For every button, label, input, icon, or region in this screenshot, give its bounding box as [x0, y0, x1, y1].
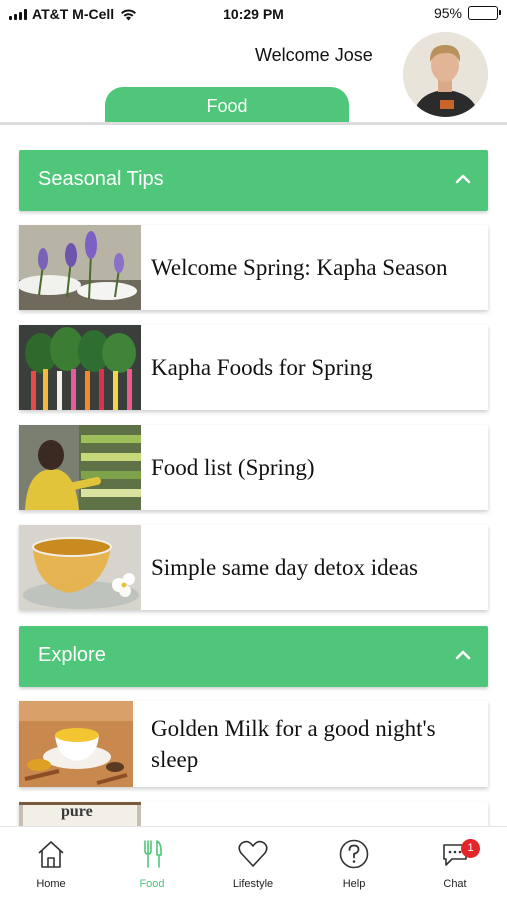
- help-icon: [339, 839, 369, 869]
- tab-help[interactable]: Help: [309, 837, 399, 890]
- tab-label: Home: [36, 878, 66, 890]
- status-time: 10:29 PM: [223, 6, 284, 22]
- section-header-explore[interactable]: Explore: [19, 626, 488, 687]
- heart-icon: [238, 840, 268, 867]
- section-header-seasonal-tips[interactable]: Seasonal Tips: [19, 150, 488, 211]
- list-item[interactable]: Simple same day detox ideas: [19, 525, 488, 610]
- chevron-up-icon[interactable]: [454, 646, 472, 664]
- list-item[interactable]: Food list (Spring): [19, 425, 488, 510]
- list-item[interactable]: pure: [19, 802, 488, 826]
- list-item-title: [151, 802, 481, 826]
- status-right: 95%: [433, 5, 501, 21]
- tab-lifestyle[interactable]: Lifestyle: [208, 837, 298, 890]
- list-item[interactable]: Golden Milk for a good night's sleep: [19, 701, 488, 787]
- tab-food-nav[interactable]: Food: [107, 837, 197, 890]
- thumb-grocery-shopper: [19, 425, 141, 510]
- thumb-text: pure: [61, 803, 93, 820]
- fork-knife-icon: [144, 840, 162, 868]
- tab-label: Chat: [443, 878, 467, 890]
- welcome-text: Welcome Jose: [255, 45, 373, 65]
- tab-food[interactable]: Food: [105, 87, 349, 123]
- thumb-pure-package: pure: [19, 802, 141, 826]
- chevron-up-icon[interactable]: [454, 170, 472, 188]
- battery-icon: [468, 6, 501, 20]
- chat-badge: 1: [461, 839, 480, 858]
- status-bar: AT&T M-Cell 10:29 PM 95%: [0, 0, 507, 28]
- home-icon: [38, 841, 64, 868]
- tab-bar: Home Food Lifestyle Help 1 Chat: [0, 826, 507, 900]
- list-item-title: Golden Milk for a good night's sleep: [151, 715, 436, 772]
- content-scroll[interactable]: Seasonal Tips Welcome Spring: Kapha Seas…: [0, 125, 507, 826]
- thumb-tea-cup: [19, 525, 141, 610]
- list-item-title: Food list (Spring): [151, 455, 315, 480]
- battery-percent: 95%: [433, 5, 462, 21]
- list-item[interactable]: Kapha Foods for Spring: [19, 325, 488, 410]
- thumb-rainbow-chard: [19, 325, 141, 410]
- tab-home[interactable]: Home: [6, 837, 96, 890]
- tab-label: Help: [342, 878, 366, 890]
- list-item-title: Kapha Foods for Spring: [151, 355, 373, 380]
- avatar[interactable]: [403, 32, 488, 117]
- tab-label: Lifestyle: [232, 878, 274, 890]
- tab-chat[interactable]: 1 Chat: [410, 837, 500, 890]
- list-item-title: Welcome Spring: Kapha Season: [151, 255, 448, 280]
- avatar-photo: [403, 32, 488, 117]
- thumb-crocus-flowers: [19, 225, 141, 310]
- list-item[interactable]: Welcome Spring: Kapha Season: [19, 225, 488, 310]
- list-item-title: Simple same day detox ideas: [151, 555, 418, 580]
- tab-label: Food: [139, 878, 165, 890]
- section-title: Seasonal Tips: [38, 168, 164, 190]
- thumb-golden-milk: [19, 701, 133, 787]
- section-title: Explore: [38, 644, 106, 666]
